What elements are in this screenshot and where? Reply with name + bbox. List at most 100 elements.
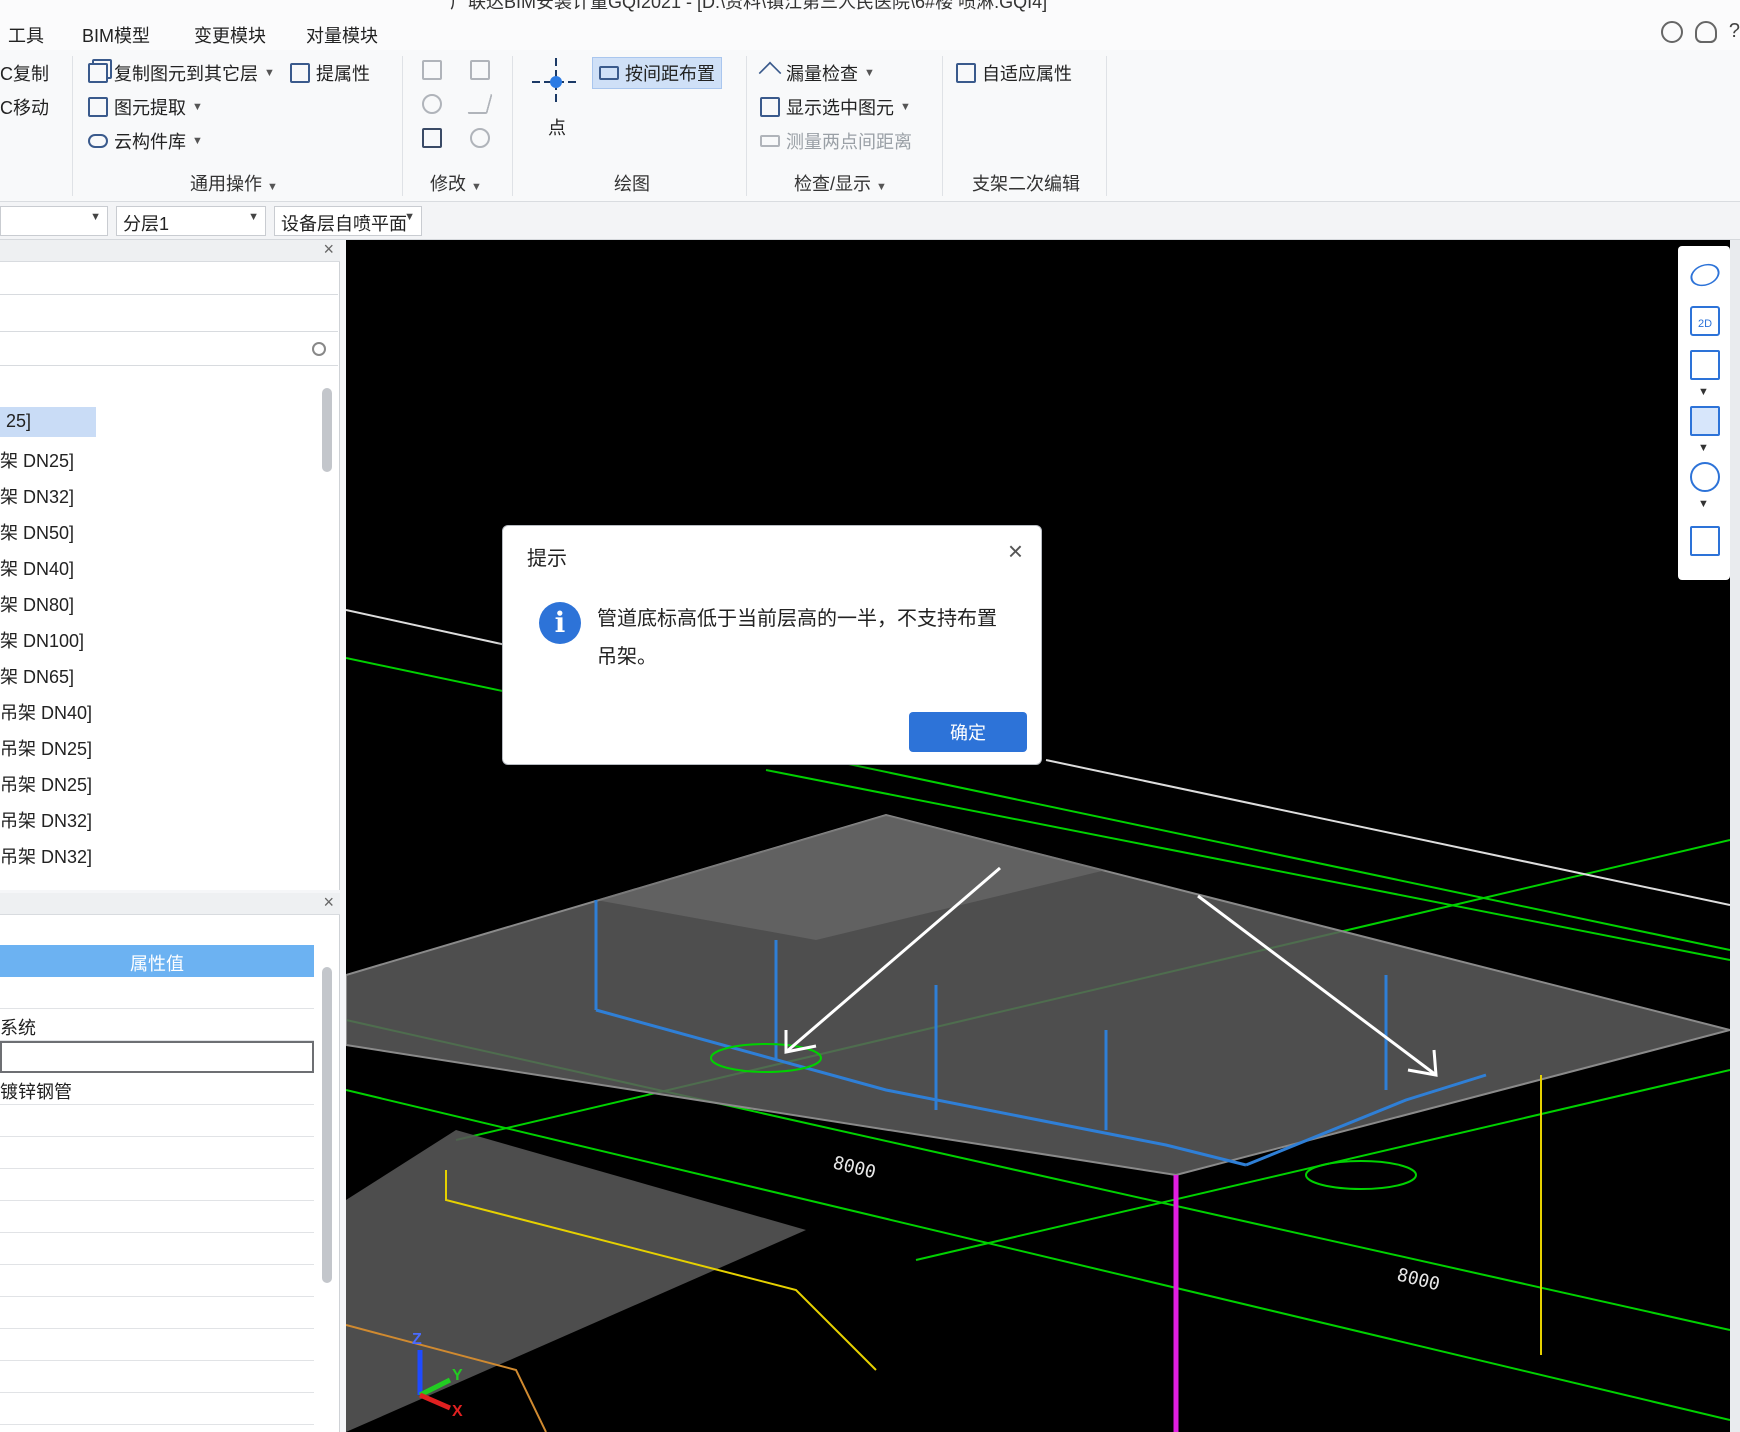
- sub-layer-value: 分层1: [123, 214, 170, 234]
- mirror-button[interactable]: [467, 94, 493, 114]
- cube-view-icon[interactable]: [1690, 350, 1720, 380]
- user-icon[interactable]: [1660, 20, 1683, 43]
- property-row[interactable]: 系统: [0, 1009, 314, 1041]
- property-row[interactable]: [0, 1137, 314, 1169]
- viewport-canvas[interactable]: 8000 8000 Z Y X: [346, 240, 1730, 1432]
- extract-attr-button[interactable]: 提属性: [290, 60, 370, 86]
- menu-reconcile-module[interactable]: 对量模块: [306, 22, 378, 48]
- search-icon[interactable]: [312, 342, 326, 356]
- tree-item[interactable]: 架 DN25]: [0, 443, 74, 473]
- tree-item-label: 吊架 DN25]: [0, 775, 93, 795]
- copy-to-layer-button[interactable]: 复制图元到其它层 ▼: [88, 60, 275, 86]
- check-group-label[interactable]: 检查/显示 ▼: [794, 170, 887, 196]
- tree-item[interactable]: 架 DN50]: [0, 515, 74, 545]
- property-row[interactable]: [0, 1329, 314, 1361]
- tree-item[interactable]: 吊架 DN25]: [0, 731, 92, 761]
- copy-icon-button[interactable]: [422, 60, 442, 80]
- chevron-down-icon: ▼: [264, 67, 275, 79]
- panel-toolbar: [0, 294, 338, 332]
- show-selected-button[interactable]: 显示选中图元 ▼: [760, 94, 911, 120]
- move-button[interactable]: C移动: [0, 94, 49, 120]
- title-bar: 广联达BIM安装计量GQI2021 - [D:\资料\镇江第三人民医院\6#楼 …: [0, 0, 1740, 14]
- group-separator: [512, 56, 513, 196]
- tree-item[interactable]: 吊架 DN32]: [0, 839, 92, 869]
- show-selected-label: 显示选中图元: [786, 98, 894, 118]
- orbit-icon[interactable]: [1687, 260, 1723, 290]
- tree-item[interactable]: 25]: [0, 407, 96, 437]
- properties-scrollbar[interactable]: [322, 967, 332, 1283]
- floor-select[interactable]: ▼: [0, 206, 108, 236]
- point-button[interactable]: 点: [548, 114, 566, 140]
- tree-item[interactable]: 架 DN65]: [0, 659, 74, 689]
- display-settings-icon[interactable]: [1690, 526, 1720, 556]
- tree-item[interactable]: 架 DN40]: [0, 551, 74, 581]
- property-row[interactable]: [0, 1233, 314, 1265]
- delete-button[interactable]: [422, 128, 442, 148]
- rotate-button[interactable]: [470, 128, 490, 148]
- menu-tools[interactable]: 工具: [8, 22, 44, 48]
- menu-bar: 工具 BIM模型 变更模块 对量模块 ?: [0, 14, 1740, 50]
- headset-icon[interactable]: [1694, 20, 1717, 43]
- adaptive-attr-button[interactable]: 自适应属性: [956, 60, 1072, 86]
- tree-item-label: 吊架 DN32]: [0, 811, 93, 831]
- tree-item[interactable]: 架 DN100]: [0, 623, 84, 653]
- chevron-down-icon[interactable]: ▼: [1698, 386, 1709, 398]
- cloud-library-button[interactable]: 云构件库 ▼: [88, 128, 203, 154]
- menu-change-module[interactable]: 变更模块: [194, 22, 266, 48]
- model-viewport[interactable]: 8000 8000 Z Y X: [346, 240, 1730, 1432]
- tree-item[interactable]: 吊架 DN25]: [0, 767, 92, 797]
- solid-cube-icon[interactable]: [1690, 406, 1720, 436]
- modify-group-label[interactable]: 修改 ▼: [430, 170, 482, 196]
- chevron-down-icon: ▼: [876, 181, 887, 193]
- layer-name-select[interactable]: 设备层自喷平面 ▼: [274, 206, 422, 236]
- menu-bim-model[interactable]: BIM模型: [82, 22, 150, 48]
- by-spacing-button[interactable]: 按间距布置: [592, 57, 722, 89]
- extract-element-button[interactable]: 图元提取 ▼: [88, 94, 203, 120]
- draw-group-text: 绘图: [614, 174, 650, 194]
- close-icon[interactable]: ×: [323, 239, 334, 260]
- chevron-down-icon: ▼: [471, 181, 482, 193]
- property-edit-field[interactable]: [0, 1041, 314, 1073]
- point-dot-icon: [550, 76, 562, 88]
- general-group-label[interactable]: 通用操作 ▼: [190, 170, 278, 196]
- property-row[interactable]: [0, 1265, 314, 1297]
- property-row[interactable]: [0, 1105, 314, 1137]
- close-icon[interactable]: ×: [1008, 536, 1023, 567]
- property-row[interactable]: [0, 1393, 314, 1425]
- sub-layer-select[interactable]: 分层1 ▼: [116, 206, 266, 236]
- tree-item[interactable]: 架 DN80]: [0, 587, 74, 617]
- measure-distance-button[interactable]: 测量两点间距离: [760, 128, 912, 154]
- bracket-group-label: 支架二次编辑: [972, 170, 1080, 196]
- chevron-down-icon[interactable]: ▼: [1698, 498, 1709, 510]
- document-icon: [470, 60, 490, 80]
- tree-item[interactable]: 吊架 DN40]: [0, 695, 92, 725]
- property-row[interactable]: [0, 1297, 314, 1329]
- dialog-message: 管道底标高低于当前层高的一半，不支持布置吊架。: [597, 608, 997, 668]
- help-icon[interactable]: ?: [1729, 20, 1740, 43]
- property-row[interactable]: [0, 1169, 314, 1201]
- close-icon[interactable]: ×: [323, 892, 334, 913]
- property-row[interactable]: [0, 1361, 314, 1393]
- adaptive-attr-label: 自适应属性: [982, 64, 1072, 84]
- property-row[interactable]: 镀锌钢管: [0, 1073, 314, 1105]
- copy-button[interactable]: C复制: [0, 60, 49, 86]
- 2d-view-icon[interactable]: 2D: [1690, 306, 1720, 336]
- property-value: 镀锌钢管: [0, 1082, 72, 1102]
- extract-attr-label: 提属性: [316, 64, 370, 84]
- chevron-down-icon[interactable]: ▼: [1698, 442, 1709, 454]
- property-row[interactable]: [0, 1201, 314, 1233]
- chevron-down-icon: ▼: [192, 101, 203, 113]
- extract-element-label: 图元提取: [114, 98, 186, 118]
- mirror-doc-button[interactable]: [470, 60, 490, 80]
- tree-scrollbar[interactable]: [322, 388, 332, 472]
- property-row[interactable]: [0, 977, 314, 1009]
- bracket-group-text: 支架二次编辑: [972, 174, 1080, 194]
- ok-button[interactable]: 确定: [909, 712, 1027, 752]
- rotate-view-icon[interactable]: [1690, 462, 1720, 492]
- leak-check-button[interactable]: 漏量检查 ▼: [758, 60, 875, 86]
- tree-item[interactable]: 架 DN32]: [0, 479, 74, 509]
- tree-item-label: 25]: [6, 411, 32, 431]
- search-input[interactable]: [0, 336, 338, 366]
- tree-item[interactable]: 吊架 DN32]: [0, 803, 92, 833]
- move-icon-button[interactable]: [422, 94, 442, 114]
